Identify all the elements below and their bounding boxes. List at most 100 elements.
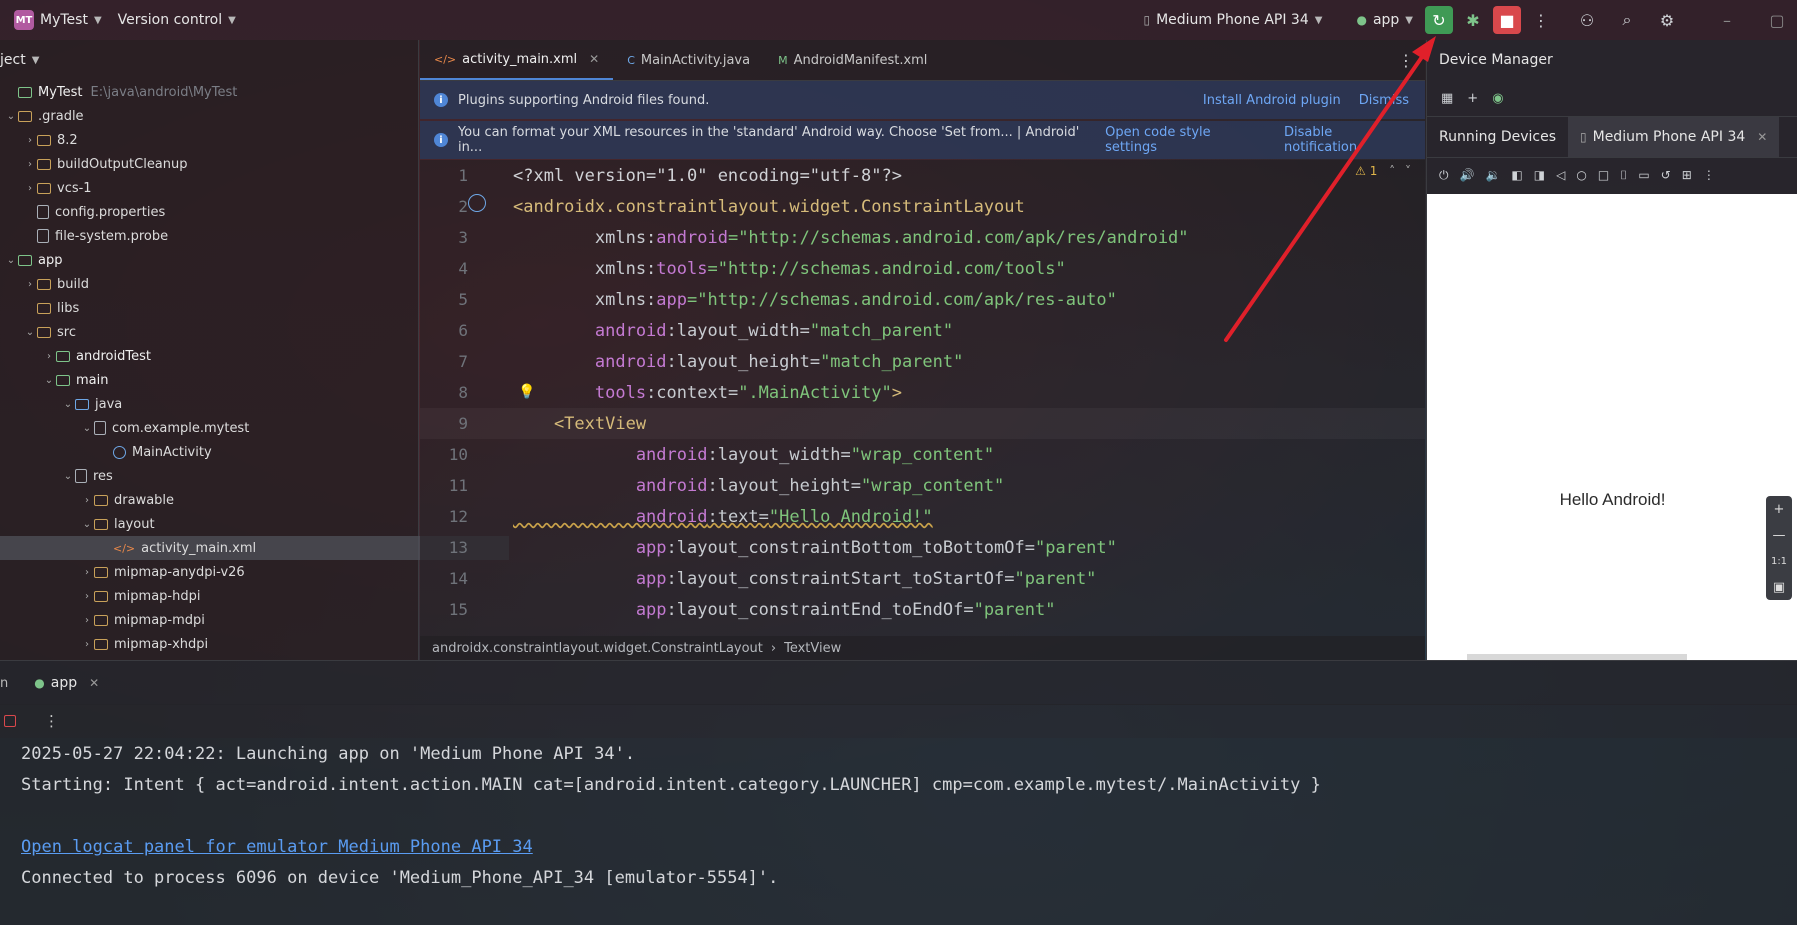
back-icon[interactable]: ◁ (1556, 168, 1565, 182)
chevron-down-icon[interactable]: ⌄ (80, 519, 94, 530)
wifi-icon[interactable]: ◉ (1492, 91, 1503, 106)
code-line[interactable]: 13 app:layout_constraintBottom_toBottomO… (420, 532, 1425, 563)
code-line[interactable]: 10 android:layout_width="wrap_content" (420, 439, 1425, 470)
chevron-right-icon[interactable]: › (23, 279, 37, 290)
volume-down-icon[interactable]: 🔉 (1485, 168, 1500, 182)
record-icon[interactable]: ▭ (1638, 168, 1649, 182)
chevron-right-icon[interactable]: › (80, 639, 94, 650)
minimize-icon[interactable]: – (1713, 6, 1741, 34)
rotate-right-icon[interactable]: ◨ (1534, 168, 1545, 182)
tab-medium-phone[interactable]: ▯ Medium Phone API 34 ✕ (1568, 117, 1780, 157)
tree-item[interactable]: › mipmap-hdpi (0, 584, 490, 608)
tree-item[interactable]: ⌄ res (0, 464, 471, 488)
tree-item[interactable]: › buildOutputCleanup (0, 152, 433, 176)
tree-item[interactable]: › mipmap-anydpi-v26 (0, 560, 490, 584)
project-panel-header[interactable]: ject ▼ (0, 40, 418, 80)
tree-item[interactable]: ⌄ .gradle (0, 104, 414, 128)
tree-item[interactable]: config.properties (0, 200, 433, 224)
add-user-icon[interactable]: ⚇ (1573, 6, 1601, 34)
tab-running-devices[interactable]: Running Devices (1427, 117, 1568, 157)
tree-item[interactable]: ⌄ com.example.mytest (0, 416, 490, 440)
home-icon[interactable]: ○ (1576, 168, 1586, 182)
code-line[interactable]: 12 android:text="Hello Android!" (420, 501, 1425, 532)
snapshot-icon[interactable]: ↺ (1661, 168, 1671, 182)
chevron-right-icon[interactable]: › (80, 495, 94, 506)
editor-tab[interactable]: C MainActivity.java (613, 40, 764, 80)
run-config-selector[interactable]: ● app ▼ (1348, 0, 1421, 40)
code-line[interactable]: 5 xmlns:app="http://schemas.android.com/… (420, 284, 1425, 315)
restore-icon[interactable]: ▢ (1763, 6, 1791, 34)
tree-item[interactable]: › androidTest (0, 344, 452, 368)
code-line[interactable]: 7 android:layout_height="match_parent" (420, 346, 1425, 377)
close-icon[interactable]: ✕ (1757, 130, 1767, 144)
rerun-button[interactable]: ↻ (1425, 6, 1453, 34)
debug-button[interactable]: ✱ (1459, 6, 1487, 34)
emulator-screen[interactable]: Hello Android! + — 1:1 ▣ (1427, 194, 1797, 660)
stop-button[interactable]: ■ (1493, 6, 1521, 34)
tree-item[interactable]: ⌄ app (0, 248, 414, 272)
gear-icon[interactable]: ⚙ (1653, 6, 1681, 34)
chevron-right-icon[interactable]: › (23, 159, 37, 170)
tree-item[interactable]: › drawable (0, 488, 490, 512)
install-plugin-link[interactable]: Install Android plugin (1203, 93, 1341, 108)
camera-icon[interactable]: ⌷ (1620, 168, 1627, 183)
rotate-left-icon[interactable]: ◧ (1511, 168, 1522, 182)
stop-icon[interactable] (4, 715, 16, 727)
code-line[interactable]: 1 <?xml version="1.0" encoding="utf-8"?> (420, 160, 1425, 191)
more-tabs-icon[interactable]: ⋮ (1392, 46, 1420, 74)
close-icon[interactable]: ✕ (89, 676, 99, 690)
grid-icon[interactable]: ▦ (1441, 91, 1453, 106)
tree-item[interactable]: libs (0, 296, 433, 320)
logcat-link[interactable]: Open logcat panel for emulator Medium Ph… (21, 837, 533, 857)
tree-item[interactable]: MyTest E:\java\android\MyTest (0, 80, 414, 104)
open-code-style-link[interactable]: Open code style settings (1105, 125, 1266, 155)
version-control-menu[interactable]: Version control ▼ (110, 0, 244, 40)
tree-item[interactable]: file-system.probe (0, 224, 433, 248)
zoom-out-button[interactable]: — (1773, 522, 1786, 548)
run-tab-app[interactable]: ● app ✕ (34, 661, 99, 705)
chevron-right-icon[interactable]: › (23, 135, 37, 146)
code-line[interactable]: 11 android:layout_height="wrap_content" (420, 470, 1425, 501)
run-console[interactable]: 2025-05-27 22:04:22: Launching app on 'M… (0, 738, 1797, 925)
chevron-right-icon[interactable]: › (80, 567, 94, 578)
chevron-down-icon[interactable]: ⌄ (4, 255, 18, 266)
code-line[interactable]: 4 xmlns:tools="http://schemas.android.co… (420, 253, 1425, 284)
power-icon[interactable]: ⏻ (1439, 168, 1449, 183)
disable-notification-link[interactable]: Disable notification (1284, 125, 1409, 155)
zoom-actual-button[interactable]: 1:1 (1771, 548, 1787, 574)
device-selector[interactable]: ▯ Medium Phone API 34 ▼ (1135, 0, 1330, 40)
overview-icon[interactable]: □ (1598, 168, 1609, 182)
editor-tab[interactable]: M AndroidManifest.xml (764, 40, 941, 80)
tree-item[interactable]: ⌄ src (0, 320, 433, 344)
close-icon[interactable]: ✕ (589, 52, 599, 66)
add-icon[interactable]: + (1467, 91, 1478, 106)
chevron-down-icon[interactable]: ⌄ (61, 471, 75, 482)
volume-up-icon[interactable]: 🔊 (1460, 168, 1475, 182)
tree-item[interactable]: › vcs-1 (0, 176, 433, 200)
tree-item[interactable]: ⌄ java (0, 392, 471, 416)
chevron-right-icon[interactable]: › (80, 591, 94, 602)
chevron-down-icon[interactable]: ⌄ (80, 423, 94, 434)
tree-item[interactable]: › mipmap-mdpi (0, 608, 490, 632)
code-line[interactable]: 8 tools:context=".MainActivity"> (420, 377, 1425, 408)
chevron-right-icon[interactable]: › (42, 351, 56, 362)
code-line[interactable]: 9 <TextView (420, 408, 1425, 439)
chevron-down-icon[interactable]: ⌄ (61, 399, 75, 410)
zoom-fit-button[interactable]: ▣ (1773, 574, 1785, 600)
tree-item[interactable]: ⌄ layout (0, 512, 490, 536)
more-icon[interactable]: ⋮ (1703, 168, 1715, 182)
tree-item[interactable]: › 8.2 (0, 128, 433, 152)
code-line[interactable]: 3 xmlns:android="http://schemas.android.… (420, 222, 1425, 253)
breadcrumb-item[interactable]: androidx.constraintlayout.widget.Constra… (432, 641, 763, 656)
chevron-right-icon[interactable]: › (80, 615, 94, 626)
project-selector[interactable]: MT MyTest ▼ (0, 0, 110, 40)
search-icon[interactable]: ⌕ (1613, 6, 1641, 34)
breadcrumb-item[interactable]: TextView (784, 641, 841, 656)
chevron-right-icon[interactable]: › (23, 183, 37, 194)
tree-item[interactable]: › build (0, 272, 433, 296)
extended-controls-icon[interactable]: ⊞ (1682, 168, 1692, 182)
editor-tab[interactable]: </> activity_main.xml ✕ (420, 40, 614, 80)
more-actions-icon[interactable]: ⋮ (1527, 6, 1555, 34)
tree-item[interactable]: › mipmap-xhdpi (0, 632, 490, 656)
code-line[interactable]: 14 app:layout_constraintStart_toStartOf=… (420, 563, 1425, 594)
